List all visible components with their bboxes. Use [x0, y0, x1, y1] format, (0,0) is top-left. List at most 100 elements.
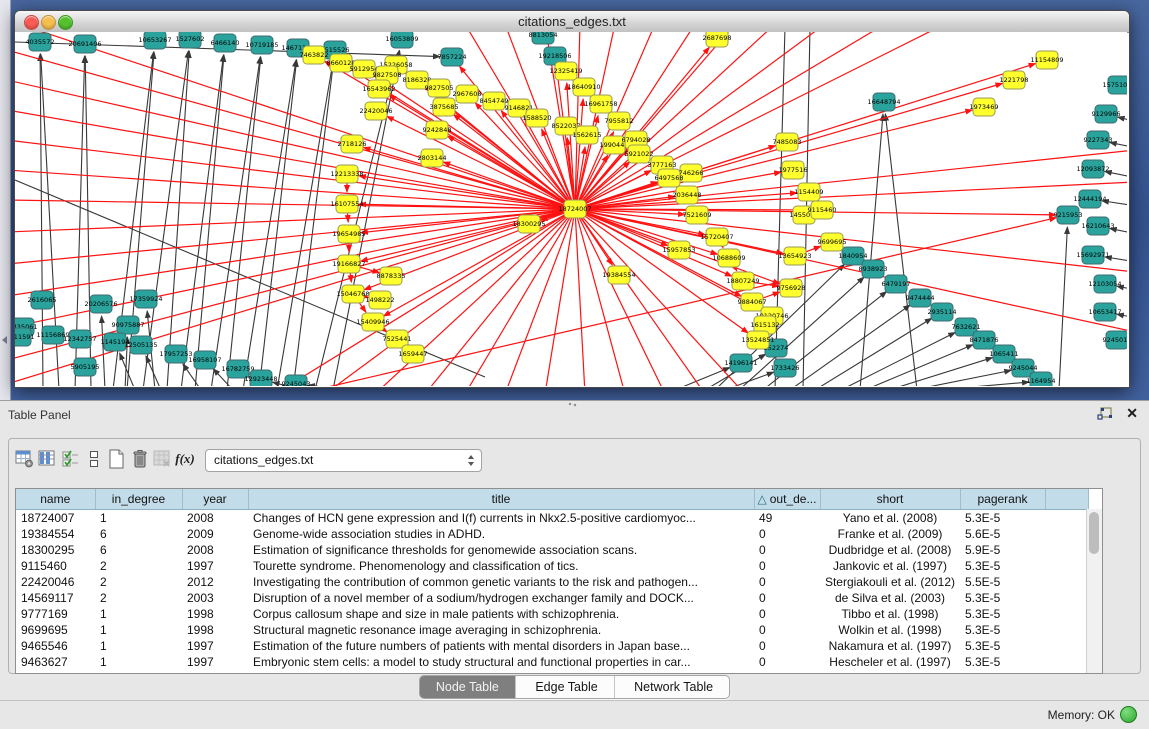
network-node[interactable]: 7955812	[605, 112, 634, 130]
network-node[interactable]: 7485083	[773, 133, 802, 151]
network-node[interactable]: 8813054	[529, 32, 558, 44]
network-node[interactable]: 2616065	[28, 291, 57, 309]
network-node[interactable]: 8938923	[859, 260, 888, 278]
network-node[interactable]: 1973469	[970, 98, 999, 116]
network-node[interactable]: 7857224	[438, 48, 467, 66]
network-node[interactable]: 1527602	[176, 32, 205, 48]
network-node[interactable]: 6466140	[211, 34, 240, 52]
network-node[interactable]: 6497568	[655, 169, 684, 187]
network-node[interactable]: 9699695	[818, 233, 847, 251]
network-node[interactable]: 12444194	[1073, 190, 1106, 208]
function-builder-button[interactable]: f(x)	[174, 448, 196, 470]
table-row[interactable]: 977716911998Corpus callosum shape and si…	[16, 606, 1088, 622]
network-node[interactable]: 6479197	[882, 275, 911, 293]
network-node[interactable]: 16053809	[385, 32, 418, 48]
tab-node-table[interactable]: Node Table	[420, 676, 516, 698]
network-node[interactable]: 19654985	[332, 225, 365, 243]
network-node[interactable]: 9115460	[808, 201, 837, 219]
network-node[interactable]: 12103054	[1088, 275, 1121, 293]
network-node[interactable]: 1221798	[1000, 71, 1029, 89]
network-node[interactable]: 1588520	[523, 109, 552, 127]
network-node[interactable]: 9756928	[777, 279, 806, 297]
table-mode-button[interactable]	[13, 448, 35, 470]
network-node[interactable]: 9129966	[1092, 105, 1121, 123]
delete-table-button[interactable]	[129, 448, 151, 470]
table-row[interactable]: 2242004622012Investigating the contribut…	[16, 574, 1088, 590]
network-node[interactable]: 1498222	[366, 291, 395, 309]
network-node[interactable]: 18640910	[567, 78, 600, 96]
network-node[interactable]: 1562615	[573, 126, 602, 144]
network-node[interactable]: 5905195	[71, 358, 100, 376]
network-node[interactable]: 13654923	[778, 247, 811, 265]
import-table-button[interactable]	[151, 448, 173, 470]
network-node[interactable]: 2687698	[703, 32, 732, 47]
network-node[interactable]: 15957853	[662, 241, 695, 259]
network-node[interactable]: 19166827	[332, 255, 365, 273]
network-node[interactable]: 1659447	[399, 345, 428, 363]
network-node[interactable]: 16210643	[1081, 217, 1114, 235]
column-header-name[interactable]: name	[16, 489, 95, 510]
network-node[interactable]: 2718126	[338, 135, 367, 153]
network-node[interactable]: 2036448	[673, 186, 702, 204]
network-node[interactable]: 1164954	[1027, 372, 1056, 386]
network-node[interactable]: 9242848	[423, 121, 452, 139]
show-columns-button[interactable]	[36, 448, 58, 470]
memory-ok-indicator[interactable]	[1120, 706, 1137, 723]
scrollbar-thumb[interactable]	[1089, 512, 1099, 554]
network-node[interactable]: 2967608	[453, 85, 482, 103]
column-header-out_de[interactable]: △out_de...	[754, 489, 820, 510]
network-node[interactable]: 1733426	[771, 359, 800, 377]
table-row[interactable]: 1456911722003Disruption of a novel membe…	[16, 590, 1088, 606]
network-node[interactable]: 4035572	[26, 33, 55, 51]
network-node[interactable]: 8878335	[377, 267, 406, 285]
network-node[interactable]: 1154409	[795, 183, 824, 201]
network-node[interactable]: 3875685	[430, 98, 459, 116]
table-row[interactable]: 946362711997Embryonic stem cells: a mode…	[16, 654, 1088, 670]
table-row[interactable]: 1872400712008Changes of HCN gene express…	[16, 510, 1088, 527]
network-node[interactable]: 9245012	[1103, 331, 1127, 349]
column-header-pagerank[interactable]: pagerank	[960, 489, 1045, 510]
new-table-button[interactable]	[105, 448, 127, 470]
network-node[interactable]: 9474444	[906, 289, 935, 307]
table-row[interactable]: 1830029562008Estimation of significance …	[16, 542, 1088, 558]
table-header-row[interactable]: namein_degreeyeartitle△out_de...shortpag…	[16, 489, 1088, 510]
network-node[interactable]: 9227343	[1084, 131, 1113, 149]
network-node[interactable]: 14196141	[724, 354, 757, 372]
network-node[interactable]: 2803144	[418, 149, 447, 167]
float-panel-button[interactable]	[1097, 407, 1113, 421]
tab-network-table[interactable]: Network Table	[618, 676, 729, 698]
network-node[interactable]: 7521609	[683, 206, 712, 224]
network-node[interactable]: 10688609	[712, 249, 745, 267]
table-row[interactable]: 969969511998Structural magnetic resonanc…	[16, 622, 1088, 638]
network-node[interactable]: 9215953	[1054, 206, 1083, 224]
network-node[interactable]: 9827505	[425, 79, 454, 97]
network-node[interactable]: 12093872	[1076, 160, 1109, 178]
table-row[interactable]: 911546021997Tourette syndrome. Phenomeno…	[16, 558, 1088, 574]
network-node[interactable]: 11154809	[1030, 51, 1063, 69]
table-selector-dropdown[interactable]: citations_edges.txt	[205, 449, 482, 472]
table-row[interactable]: 946554611997Estimation of the future num…	[16, 638, 1088, 654]
toggle-rows-button[interactable]	[83, 448, 105, 470]
network-node[interactable]: 9245043	[282, 375, 311, 386]
network-node[interactable]: 1977516	[779, 161, 808, 179]
network-window-titlebar[interactable]: citations_edges.txt	[15, 11, 1129, 33]
vertical-scrollbar[interactable]	[1086, 509, 1102, 673]
network-node[interactable]: 16961758	[584, 95, 617, 113]
network-node[interactable]: 15751074	[1102, 76, 1127, 94]
table-row[interactable]: 1938455462009Genome-wide association stu…	[16, 526, 1088, 542]
node-table-grid[interactable]: namein_degreeyeartitle△out_de...shortpag…	[15, 488, 1103, 674]
network-node[interactable]: 10653417	[1088, 303, 1121, 321]
network-canvas[interactable]: 4035572206914061065326715276026466140107…	[15, 32, 1127, 386]
column-header-short[interactable]: short	[820, 489, 960, 510]
close-panel-button[interactable]: ✕	[1126, 405, 1138, 422]
column-header-title[interactable]: title	[248, 489, 754, 510]
network-node[interactable]: 15692971	[1076, 246, 1109, 264]
network-node[interactable]: 16107554	[330, 195, 363, 213]
select-columns-button[interactable]	[59, 448, 81, 470]
expand-panel-arrow-icon[interactable]	[2, 336, 7, 344]
tab-edge-table[interactable]: Edge Table	[519, 676, 614, 698]
column-header-year[interactable]: year	[182, 489, 248, 510]
network-node[interactable]: 2935114	[928, 303, 957, 321]
control-panel-collapsed-edge[interactable]	[0, 0, 11, 400]
column-header-in_degree[interactable]: in_degree	[95, 489, 182, 510]
